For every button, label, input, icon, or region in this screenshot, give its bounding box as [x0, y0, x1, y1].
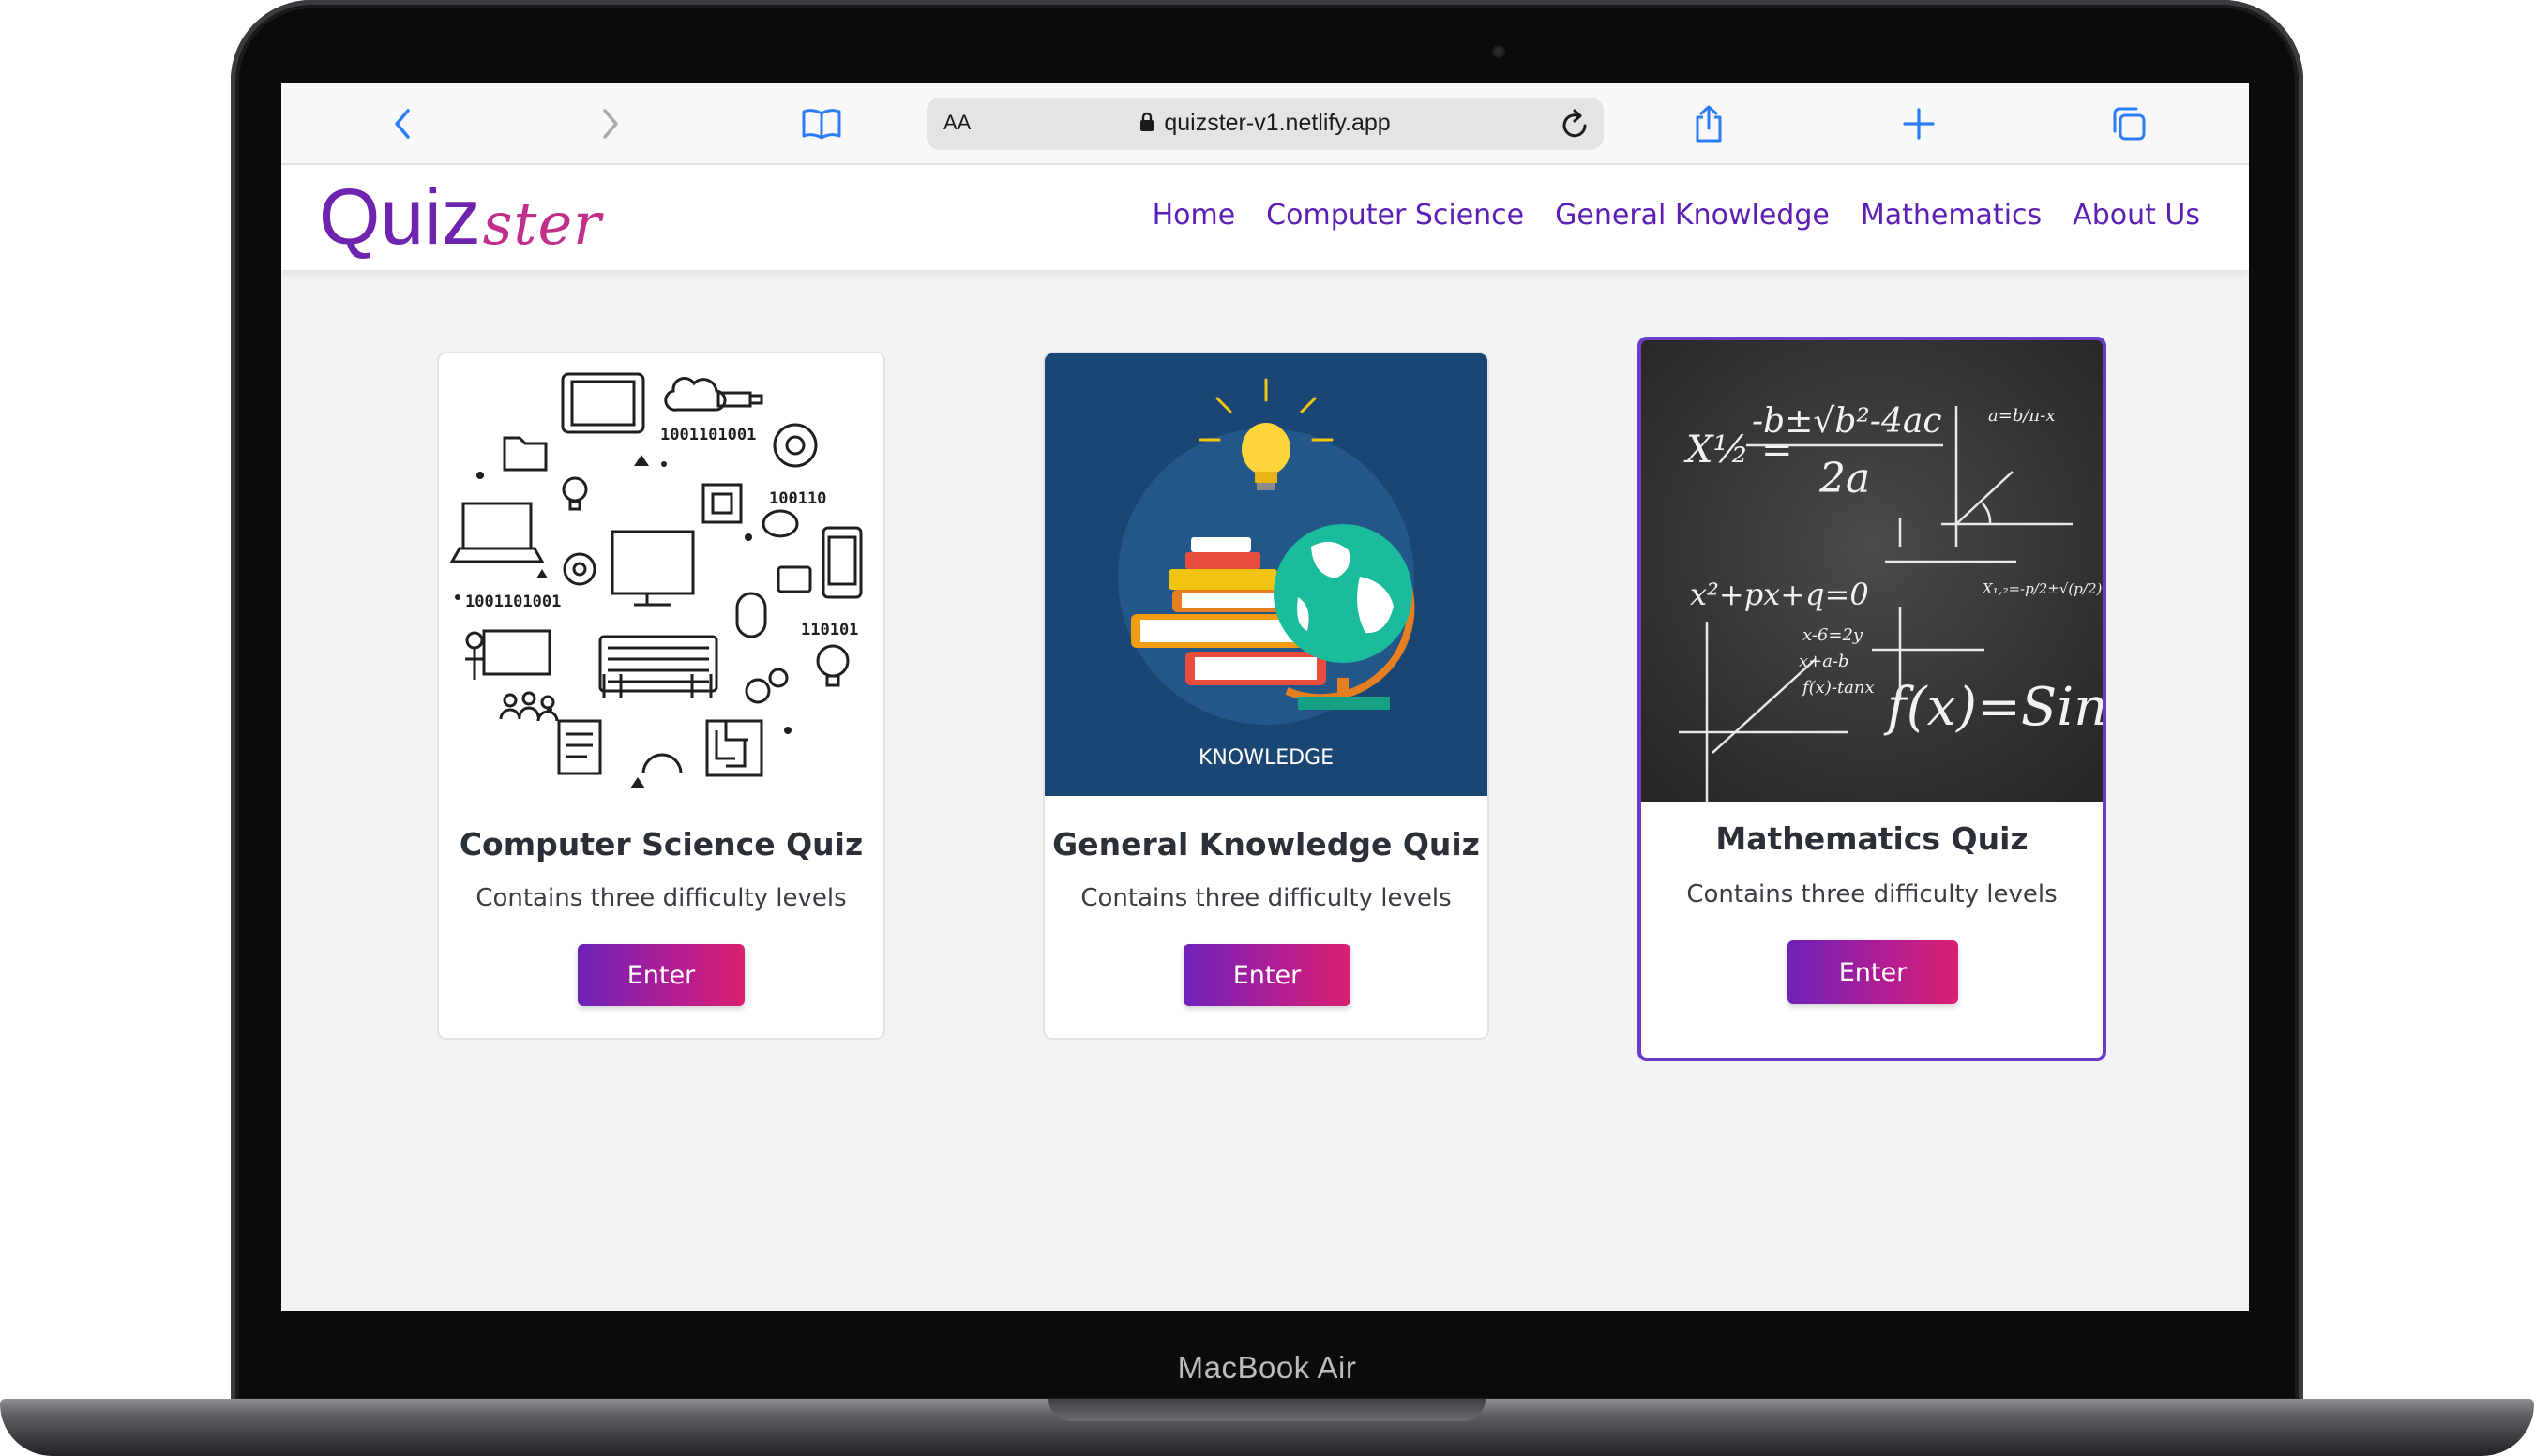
chalk-misc5: X₁,₂=-p/2±√(p/2)²-q: [1982, 580, 2103, 597]
share-icon[interactable]: [1686, 101, 1731, 146]
card-subtitle: Contains three difficulty levels: [475, 884, 847, 912]
enter-button-mathematics[interactable]: Enter: [1787, 940, 1958, 1004]
logo-quiz: Quiz: [319, 173, 481, 261]
site-logo[interactable]: Quiz ster: [319, 174, 602, 259]
chalk-misc4: a=b/π-x: [1988, 406, 2055, 426]
address-bar[interactable]: AA quizster-v1.netlify.app: [927, 98, 1604, 150]
bookmarks-icon[interactable]: [799, 101, 844, 146]
computer-science-illustration: 1001101001 100110 1001101001 110101: [439, 353, 883, 794]
chalk-misc1: x-6=2y: [1802, 625, 1863, 645]
url-text: quizster-v1.netlify.app: [1164, 110, 1391, 136]
forward-icon[interactable]: [588, 101, 633, 146]
quiz-card-general-knowledge: KNOWLEDGE General Knowledge Quiz Contain…: [1043, 352, 1489, 1040]
chalkboard-illustration: X½ = -b±√b²-4ac 2a x²+px+q=0 f(x)=Sin x …: [1641, 340, 2103, 802]
main-nav: Home Computer Science General Knowledge …: [1153, 199, 2200, 232]
browser-toolbar: AA quizster-v1.netlify.app: [281, 83, 2249, 165]
chalk-poly: x²+px+q=0: [1690, 577, 1869, 612]
card-title: Mathematics Quiz: [1715, 820, 2029, 857]
nav-computer-science[interactable]: Computer Science: [1266, 199, 1524, 232]
card-subtitle: Contains three difficulty levels: [1686, 880, 2058, 908]
chalk-misc3: f(x)-tanx: [1801, 678, 1875, 698]
enter-button-computer-science[interactable]: Enter: [578, 944, 745, 1006]
back-icon[interactable]: [380, 101, 425, 146]
svg-text:110101: 110101: [801, 621, 858, 639]
card-subtitle: Contains three difficulty levels: [1080, 884, 1452, 912]
screen: AA quizster-v1.netlify.app Quiz ster Home: [281, 83, 2249, 1311]
nav-about-us[interactable]: About Us: [2073, 199, 2200, 232]
camera-icon: [1492, 45, 1505, 58]
card-title: Computer Science Quiz: [459, 826, 864, 863]
device-label: MacBook Air: [1177, 1350, 1357, 1385]
nav-mathematics[interactable]: Mathematics: [1861, 199, 2042, 232]
enter-button-general-knowledge[interactable]: Enter: [1184, 944, 1350, 1006]
svg-text:1001101001: 1001101001: [465, 593, 561, 611]
svg-text:100110: 100110: [769, 489, 826, 508]
chalk-numerator: -b±√b²-4ac: [1752, 402, 1941, 441]
quiz-card-mathematics: X½ = -b±√b²-4ac 2a x²+px+q=0 f(x)=Sin x …: [1637, 337, 2106, 1061]
svg-text:1001101001: 1001101001: [660, 426, 756, 444]
chalk-denominator: 2a: [1818, 455, 1870, 503]
nav-home[interactable]: Home: [1153, 199, 1236, 232]
reload-icon[interactable]: [1561, 108, 1591, 143]
laptop-notch: [1048, 1399, 1486, 1421]
lock-icon: [1139, 112, 1154, 136]
nav-general-knowledge[interactable]: General Knowledge: [1555, 199, 1830, 232]
site-navbar: Quiz ster Home Computer Science General K…: [281, 165, 2249, 270]
knowledge-caption: KNOWLEDGE: [1199, 746, 1334, 770]
logo-ster: ster: [482, 189, 602, 258]
knowledge-illustration: KNOWLEDGE: [1045, 353, 1487, 796]
chalk-func: f(x)=Sin x: [1883, 677, 2103, 738]
tabs-icon[interactable]: [2106, 101, 2151, 146]
quiz-card-computer-science: 1001101001 100110 1001101001 110101 Comp…: [437, 352, 885, 1040]
card-title: General Knowledge Quiz: [1052, 826, 1480, 863]
new-tab-icon[interactable]: [1896, 101, 1941, 146]
